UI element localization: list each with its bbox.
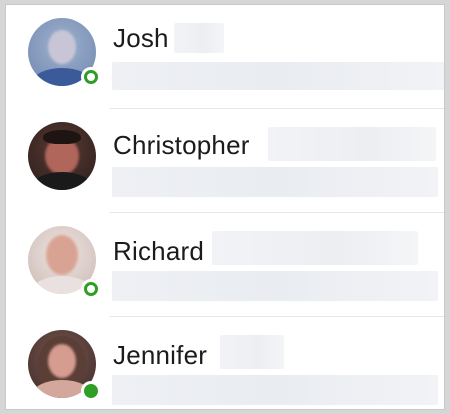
contact-name: Richard (113, 236, 204, 266)
redacted-surname (212, 231, 418, 265)
redacted-status-line (112, 62, 444, 90)
presence-available-icon (81, 381, 101, 401)
redacted-surname (268, 127, 436, 161)
presence-available-icon (81, 67, 101, 87)
contact-row-josh[interactable]: Josh (6, 5, 444, 109)
contact-name: Jennifer (113, 340, 208, 370)
contact-row-richard[interactable]: Richard (6, 213, 444, 317)
contact-row-jennifer[interactable]: Jennifer (6, 317, 444, 409)
redacted-status-line (112, 271, 438, 301)
contact-list: Josh Christopher Richard Jennifer (5, 4, 445, 410)
avatar (28, 122, 96, 190)
redacted-surname (174, 23, 224, 53)
presence-available-icon (81, 279, 101, 299)
redacted-surname (220, 335, 284, 369)
redacted-status-line (112, 167, 438, 197)
contact-row-christopher[interactable]: Christopher (6, 109, 444, 213)
redacted-status-line (112, 375, 438, 405)
contact-name: Josh (113, 23, 169, 53)
contact-name: Christopher (113, 130, 250, 160)
